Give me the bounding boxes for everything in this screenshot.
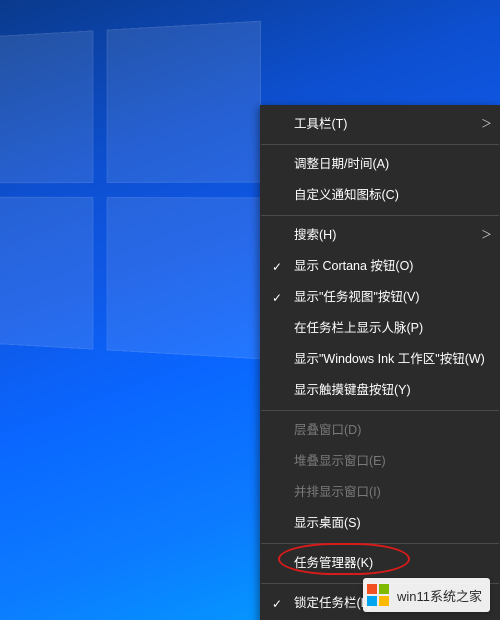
watermark-logo-icon	[367, 584, 389, 606]
menu-item-show-taskview[interactable]: ✓ 显示"任务视图"按钮(V)	[260, 282, 500, 313]
menu-item-task-manager[interactable]: 任务管理器(K)	[260, 548, 500, 579]
menu-item-adjust-datetime[interactable]: 调整日期/时间(A)	[260, 149, 500, 180]
windows-logo	[0, 21, 261, 360]
menu-item-stacked-windows: 堆叠显示窗口(E)	[260, 446, 500, 477]
check-icon: ✓	[270, 292, 284, 304]
submenu-arrow-icon: ＞	[481, 230, 492, 241]
separator	[261, 215, 499, 216]
menu-item-label: 在任务栏上显示人脉(P)	[294, 322, 482, 335]
menu-item-search[interactable]: 搜索(H) ＞	[260, 220, 500, 251]
menu-item-toolbars[interactable]: 工具栏(T) ＞	[260, 109, 500, 140]
menu-item-label: 自定义通知图标(C)	[294, 189, 482, 202]
menu-item-cascade-windows: 层叠窗口(D)	[260, 415, 500, 446]
check-icon: ✓	[270, 261, 284, 273]
menu-item-label: 工具栏(T)	[294, 118, 482, 131]
menu-item-label: 显示"Windows Ink 工作区"按钮(W)	[294, 353, 485, 366]
separator	[261, 410, 499, 411]
watermark-text: win11系统之家	[397, 586, 482, 605]
menu-item-customize-notification-icons[interactable]: 自定义通知图标(C)	[260, 180, 500, 211]
submenu-arrow-icon: ＞	[481, 119, 492, 130]
check-icon: ✓	[270, 598, 284, 610]
menu-item-label: 显示 Cortana 按钮(O)	[294, 260, 482, 273]
taskbar-context-menu: 工具栏(T) ＞ 调整日期/时间(A) 自定义通知图标(C) 搜索(H) ＞ ✓…	[260, 105, 500, 620]
menu-item-side-by-side-windows: 并排显示窗口(I)	[260, 477, 500, 508]
separator	[261, 144, 499, 145]
menu-item-label: 调整日期/时间(A)	[294, 158, 482, 171]
menu-item-show-people[interactable]: 在任务栏上显示人脉(P)	[260, 313, 500, 344]
separator	[261, 543, 499, 544]
menu-item-label: 搜索(H)	[294, 229, 482, 242]
menu-item-show-desktop[interactable]: 显示桌面(S)	[260, 508, 500, 539]
menu-item-show-cortana[interactable]: ✓ 显示 Cortana 按钮(O)	[260, 251, 500, 282]
menu-item-label: 并排显示窗口(I)	[294, 486, 482, 499]
menu-item-label: 层叠窗口(D)	[294, 424, 482, 437]
menu-item-label: 显示触摸键盘按钮(Y)	[294, 384, 482, 397]
menu-item-label: 堆叠显示窗口(E)	[294, 455, 482, 468]
desktop-wallpaper: 工具栏(T) ＞ 调整日期/时间(A) 自定义通知图标(C) 搜索(H) ＞ ✓…	[0, 0, 500, 620]
watermark: win11系统之家	[363, 578, 490, 612]
menu-item-label: 显示"任务视图"按钮(V)	[294, 291, 482, 304]
menu-item-show-ink-workspace[interactable]: 显示"Windows Ink 工作区"按钮(W)	[260, 344, 500, 375]
menu-item-label: 任务管理器(K)	[294, 557, 482, 570]
menu-item-show-touch-keyboard[interactable]: 显示触摸键盘按钮(Y)	[260, 375, 500, 406]
menu-item-label: 显示桌面(S)	[294, 517, 482, 530]
